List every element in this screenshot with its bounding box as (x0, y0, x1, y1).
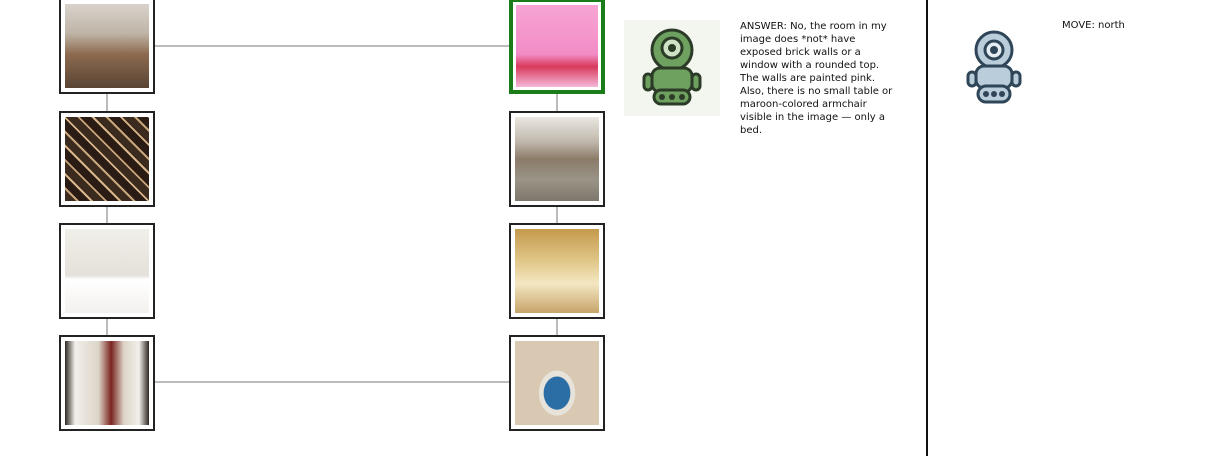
room-bedroom-twin[interactable] (59, 223, 155, 319)
room-bedroom-warm[interactable] (509, 223, 605, 319)
answer-text: ANSWER: No, the room in my image does *n… (740, 21, 896, 136)
hallway-photo (65, 341, 149, 425)
room-map (0, 0, 610, 456)
room-pink-bedroom-current[interactable] (509, 0, 605, 94)
room-brick-basement[interactable] (509, 111, 605, 207)
bedroom-photo (65, 229, 149, 313)
room-office[interactable] (59, 0, 155, 94)
player-avatar (958, 28, 1030, 108)
room-hallway[interactable] (59, 335, 155, 431)
answerer-avatar (624, 20, 720, 116)
room-wine-cellar[interactable] (59, 111, 155, 207)
office-photo (65, 4, 149, 88)
move-text: MOVE: north (1062, 20, 1125, 31)
indoor-pool-photo (515, 341, 599, 425)
panel-divider (926, 0, 928, 456)
room-indoor-pool[interactable] (509, 335, 605, 431)
pink-bedroom-photo (516, 5, 598, 87)
brick-basement-photo (515, 117, 599, 201)
green-robot-icon (642, 28, 702, 106)
blue-robot-icon (966, 30, 1022, 104)
bedroom-photo (515, 229, 599, 313)
wine-cellar-photo (65, 117, 149, 201)
